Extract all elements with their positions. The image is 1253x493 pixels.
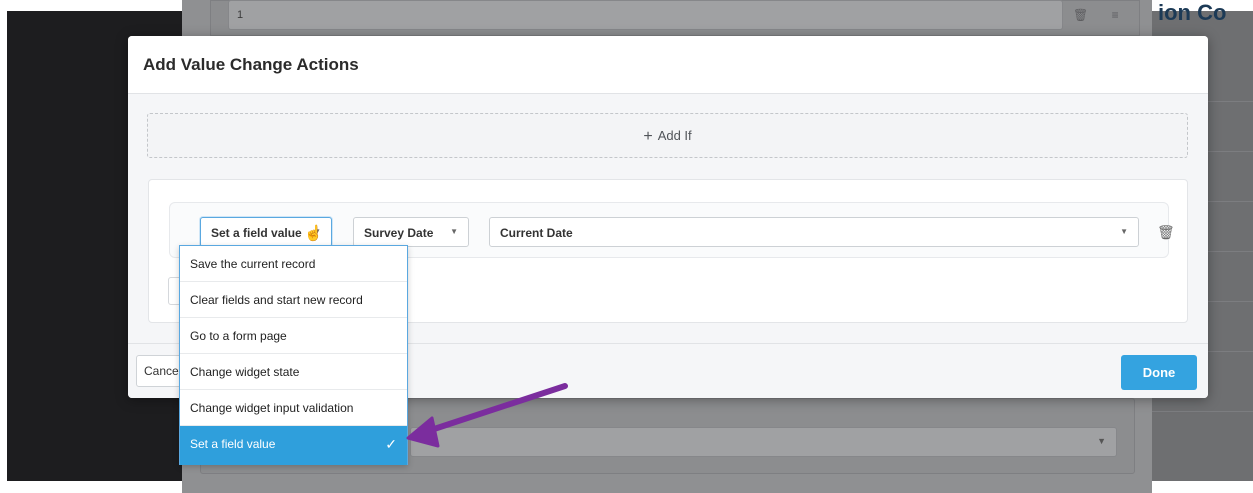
page-heading-fragment: ion Co [1158,0,1227,25]
action-type-value: Set a field value [211,226,302,240]
chevron-down-icon: ▼ [1120,227,1128,236]
dropdown-option[interactable]: Go to a form page [180,318,407,354]
done-button[interactable]: Done [1121,355,1197,390]
modal-title: Add Value Change Actions [143,55,359,74]
trash-icon[interactable]: 🗑 [1157,224,1175,241]
chevron-down-icon: ▼ [1097,436,1106,446]
plus-icon: + [643,128,653,145]
background-input: 1 [228,0,1063,30]
dropdown-option[interactable]: Save the current record [180,246,407,282]
add-if-button[interactable]: + Add If [147,113,1188,158]
chevron-down-icon: ▼ [450,227,458,236]
hand-cursor-icon: ☝ [304,225,323,242]
field-select-value: Survey Date [364,226,434,240]
dropdown-option[interactable]: Clear fields and start new record [180,282,407,318]
add-if-label: Add If [657,128,692,143]
action-type-select[interactable]: Set a field value ▼ ☝ [200,217,332,247]
dropdown-option-selected[interactable]: Set a field value ✓ [180,426,407,465]
modal-header: Add Value Change Actions [128,36,1208,94]
dropdown-option[interactable]: Change widget input validation [180,390,407,426]
field-select[interactable]: Survey Date ▼ [353,217,469,247]
value-select-value: Current Date [500,226,573,240]
action-type-dropdown: Save the current record Clear fields and… [179,245,408,465]
background-row-icons: 🗑 ≡ [1073,8,1129,22]
dropdown-option-label: Set a field value [190,437,276,451]
background-select: ▼ [410,427,1117,457]
background-input-value: 1 [237,9,244,21]
checkmark-icon: ✓ [385,436,397,452]
dropdown-option[interactable]: Change widget state [180,354,407,390]
value-select[interactable]: Current Date ▼ [489,217,1139,247]
